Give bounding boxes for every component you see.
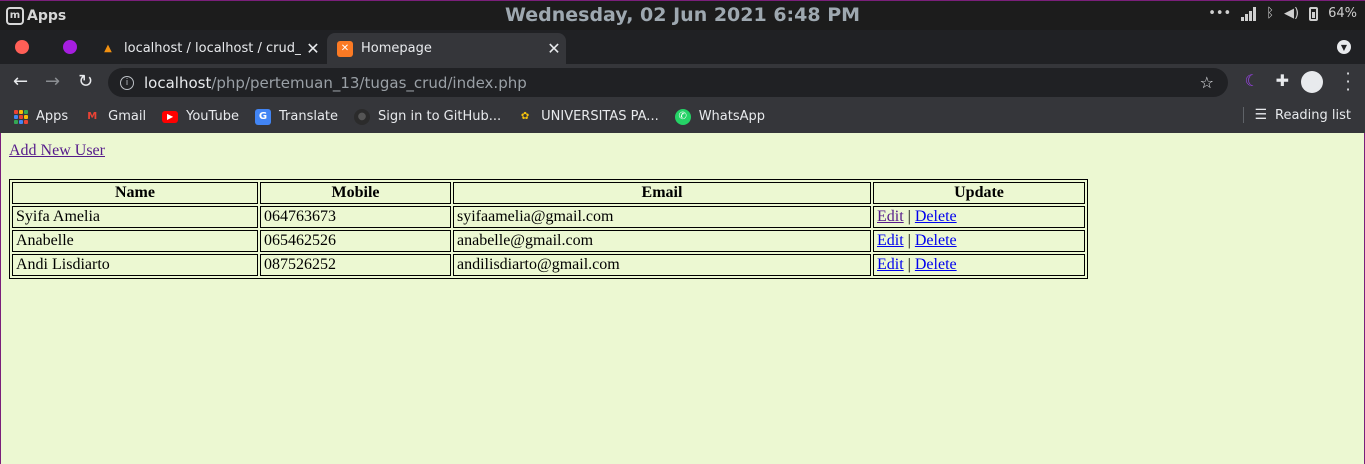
gmail-icon: M xyxy=(87,111,98,122)
bookmarks-bar: Apps M Gmail ▶ YouTube G Translate ● Sig… xyxy=(0,100,1365,133)
bookmark-label: Gmail xyxy=(108,109,147,124)
table-row: Andi Lisdiarto 087526252 andilisdiarto@g… xyxy=(12,254,1085,276)
bookmark-label: Translate xyxy=(278,109,339,124)
bookmark-github[interactable]: ● Sign in to GitHub... xyxy=(354,108,502,125)
column-header-update: Update xyxy=(873,182,1085,204)
tab-phpmyadmin[interactable]: ▲ localhost / localhost / crud_db ✕ xyxy=(90,33,325,64)
github-icon: ● xyxy=(354,108,371,125)
browser-tab-strip: ▲ localhost / localhost / crud_db ✕ ✕ Ho… xyxy=(0,30,1365,90)
link-separator: | xyxy=(907,232,911,249)
table-row: Anabelle 065462526 anabelle@gmail.com Ed… xyxy=(12,230,1085,252)
network-signal-icon[interactable] xyxy=(1241,6,1257,21)
tab-title: Homepage xyxy=(361,41,432,56)
cell-name: Andi Lisdiarto xyxy=(12,254,258,276)
bookmark-label: WhatsApp xyxy=(698,109,766,124)
bookmark-label: Apps xyxy=(36,109,69,124)
close-tab-icon[interactable]: ✕ xyxy=(542,39,566,58)
link-separator: | xyxy=(907,256,911,273)
cell-email: anabelle@gmail.com xyxy=(453,230,871,252)
browser-toolbar: ← → ↻ i localhost /php/pertemuan_13/tuga… xyxy=(0,64,1365,100)
column-header-name: Name xyxy=(12,182,258,204)
forward-icon[interactable]: → xyxy=(45,71,60,92)
tab-search-icon[interactable]: ▼ xyxy=(1337,40,1351,54)
bookmark-translate[interactable]: G Translate xyxy=(254,108,339,125)
url-path: /php/pertemuan_13/tugas_crud/index.php xyxy=(211,73,527,92)
url-host: localhost xyxy=(144,73,212,92)
browser-menu-icon[interactable]: · · · xyxy=(1345,66,1351,98)
system-tray: ••• ᛒ ◀) 64% xyxy=(1208,6,1357,21)
close-window-icon[interactable] xyxy=(15,40,29,54)
tab-title: localhost / localhost / crud_db xyxy=(124,41,301,56)
bookmark-label: UNIVERSITAS PA... xyxy=(541,109,659,124)
phpmyadmin-favicon-icon: ▲ xyxy=(104,43,112,54)
cell-mobile: 064763673 xyxy=(260,206,451,228)
edit-link[interactable]: Edit xyxy=(877,256,904,273)
delete-link[interactable]: Delete xyxy=(915,232,957,249)
university-logo-icon: ✿ xyxy=(520,111,530,122)
cell-update: Edit | Delete xyxy=(873,206,1085,228)
volume-icon[interactable]: ◀) xyxy=(1284,6,1299,21)
table-row: Syifa Amelia 064763673 syifaamelia@gmail… xyxy=(12,206,1085,228)
site-info-icon[interactable]: i xyxy=(120,75,134,90)
cell-email: syifaamelia@gmail.com xyxy=(453,206,871,228)
reading-list-label: Reading list xyxy=(1275,107,1351,123)
column-header-email: Email xyxy=(453,182,871,204)
users-table: Name Mobile Email Update Syifa Amelia 06… xyxy=(9,179,1088,279)
edit-link[interactable]: Edit xyxy=(877,232,904,249)
bookmark-label: YouTube xyxy=(186,109,239,124)
reading-list-button[interactable]: ☰ Reading list xyxy=(1243,107,1351,123)
close-tab-icon[interactable]: ✕ xyxy=(301,39,325,58)
bluetooth-icon[interactable]: ᛒ xyxy=(1266,6,1274,21)
reading-list-icon: ☰ xyxy=(1254,107,1267,123)
cell-update: Edit | Delete xyxy=(873,230,1085,252)
delete-link[interactable]: Delete xyxy=(915,208,957,225)
address-bar[interactable]: i localhost /php/pertemuan_13/tugas_crud… xyxy=(108,68,1228,97)
more-icon[interactable]: ••• xyxy=(1208,6,1231,21)
bookmark-youtube[interactable]: ▶ YouTube xyxy=(162,109,239,124)
youtube-icon: ▶ xyxy=(162,110,179,123)
link-separator: | xyxy=(907,208,911,225)
reload-icon[interactable]: ↻ xyxy=(78,71,93,92)
profile-avatar-icon[interactable] xyxy=(1301,71,1323,93)
add-new-user-link[interactable]: Add New User xyxy=(9,142,105,160)
dark-mode-extension-icon[interactable]: ☾ xyxy=(1245,71,1259,90)
tab-homepage[interactable]: ✕ Homepage ✕ xyxy=(327,33,566,64)
os-apps-menu[interactable]: m Apps xyxy=(0,6,67,25)
edit-link[interactable]: Edit xyxy=(877,208,904,225)
whatsapp-icon: ✆ xyxy=(674,108,691,125)
window-control-icon[interactable] xyxy=(63,40,77,54)
os-top-panel: m Apps Wednesday, 02 Jun 2021 6:48 PM ••… xyxy=(0,0,1365,30)
bookmark-label: Sign in to GitHub... xyxy=(378,109,502,124)
cell-email: andilisdiarto@gmail.com xyxy=(453,254,871,276)
cell-name: Anabelle xyxy=(12,230,258,252)
column-header-mobile: Mobile xyxy=(260,182,451,204)
xampp-favicon-icon: ✕ xyxy=(337,40,353,57)
google-translate-icon: G xyxy=(254,108,271,125)
battery-icon[interactable] xyxy=(1309,6,1319,21)
cell-mobile: 065462526 xyxy=(260,230,451,252)
os-apps-label: Apps xyxy=(27,7,67,24)
page-content: Add New User Name Mobile Email Update Sy… xyxy=(0,133,1365,464)
battery-percent: 64% xyxy=(1328,6,1357,21)
bookmark-star-icon[interactable]: ☆ xyxy=(1200,73,1214,92)
bookmark-apps[interactable]: Apps xyxy=(14,109,68,124)
cell-name: Syifa Amelia xyxy=(12,206,258,228)
bookmark-whatsapp[interactable]: ✆ WhatsApp xyxy=(674,108,766,125)
table-header-row: Name Mobile Email Update xyxy=(12,182,1085,204)
cell-update: Edit | Delete xyxy=(873,254,1085,276)
cell-mobile: 087526252 xyxy=(260,254,451,276)
linux-mint-logo-icon: m xyxy=(6,6,24,25)
delete-link[interactable]: Delete xyxy=(915,256,957,273)
bookmark-gmail[interactable]: M Gmail xyxy=(84,109,146,125)
extensions-puzzle-icon[interactable]: ✚ xyxy=(1276,71,1289,90)
apps-grid-icon xyxy=(14,109,28,124)
bookmark-universitas[interactable]: ✿ UNIVERSITAS PA... xyxy=(517,109,659,125)
os-clock[interactable]: Wednesday, 02 Jun 2021 6:48 PM xyxy=(0,4,1365,26)
back-icon[interactable]: ← xyxy=(13,71,28,92)
